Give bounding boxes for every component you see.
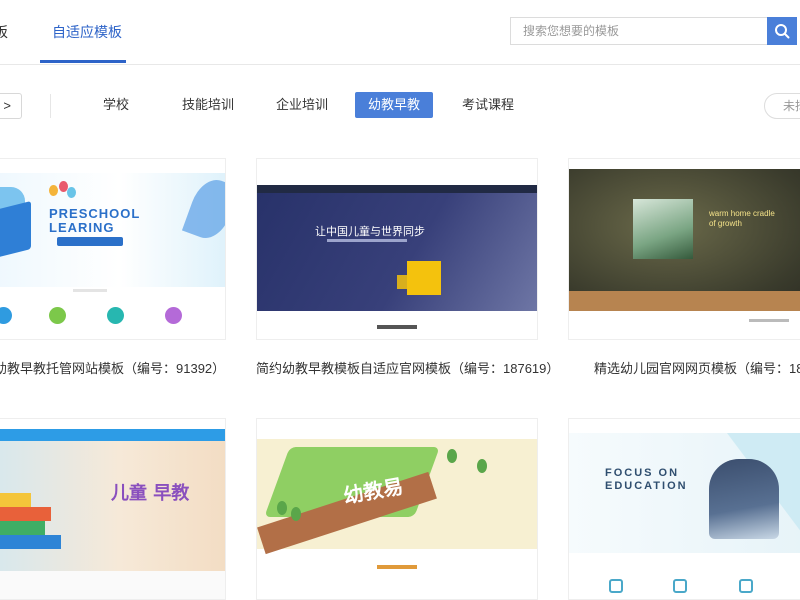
template-title[interactable]: 幼教早教托管网站模板（编号：91392）	[0, 358, 225, 377]
category-skills-training[interactable]: 技能培训	[180, 92, 236, 118]
template-thumbnail: 儿童 早教	[0, 418, 226, 600]
category-more-pill[interactable]: 未择	[764, 93, 800, 119]
category-arrow-button[interactable]: >	[0, 93, 22, 119]
search-icon	[775, 24, 790, 39]
top-tab-bar: 板 自适应模板	[0, 0, 800, 65]
category-exam-courses[interactable]: 考试课程	[460, 92, 516, 118]
template-title[interactable]: 精选幼儿园官网网页模板（编号：18879	[594, 358, 800, 377]
search-input[interactable]	[511, 18, 768, 44]
tab-responsive-templates[interactable]: 自适应模板	[52, 22, 122, 42]
category-preschool[interactable]: 幼教早教	[355, 92, 433, 118]
template-thumbnail: 让中国儿童与世界同步	[256, 158, 538, 340]
thumbnail-headline: PRESCHOOL LEARING	[49, 206, 141, 235]
thumbnail-headline: warm home cradle of growth	[709, 209, 775, 228]
category-school[interactable]: 学校	[96, 92, 136, 118]
category-divider	[50, 94, 51, 118]
template-thumbnail: PRESCHOOL LEARING	[0, 158, 226, 340]
template-thumbnail: FOCUS ON EDUCATION	[568, 418, 800, 600]
template-title[interactable]: 简约幼教早教模板自适应官网模板（编号：187619）	[256, 358, 559, 377]
search-button[interactable]	[767, 17, 797, 45]
thumbnail-headline: 让中国儿童与世界同步	[315, 225, 425, 238]
template-thumbnail: warm home cradle of growth	[568, 158, 800, 340]
category-corporate-training[interactable]: 企业培训	[274, 92, 330, 118]
thumbnail-headline: 儿童 早教	[111, 483, 190, 504]
template-thumbnail: 幼教易	[256, 418, 538, 600]
active-tab-underline	[40, 60, 126, 63]
search-box	[510, 17, 768, 45]
thumbnail-headline: FOCUS ON EDUCATION	[605, 467, 688, 492]
tab-templates[interactable]: 板	[0, 22, 8, 42]
